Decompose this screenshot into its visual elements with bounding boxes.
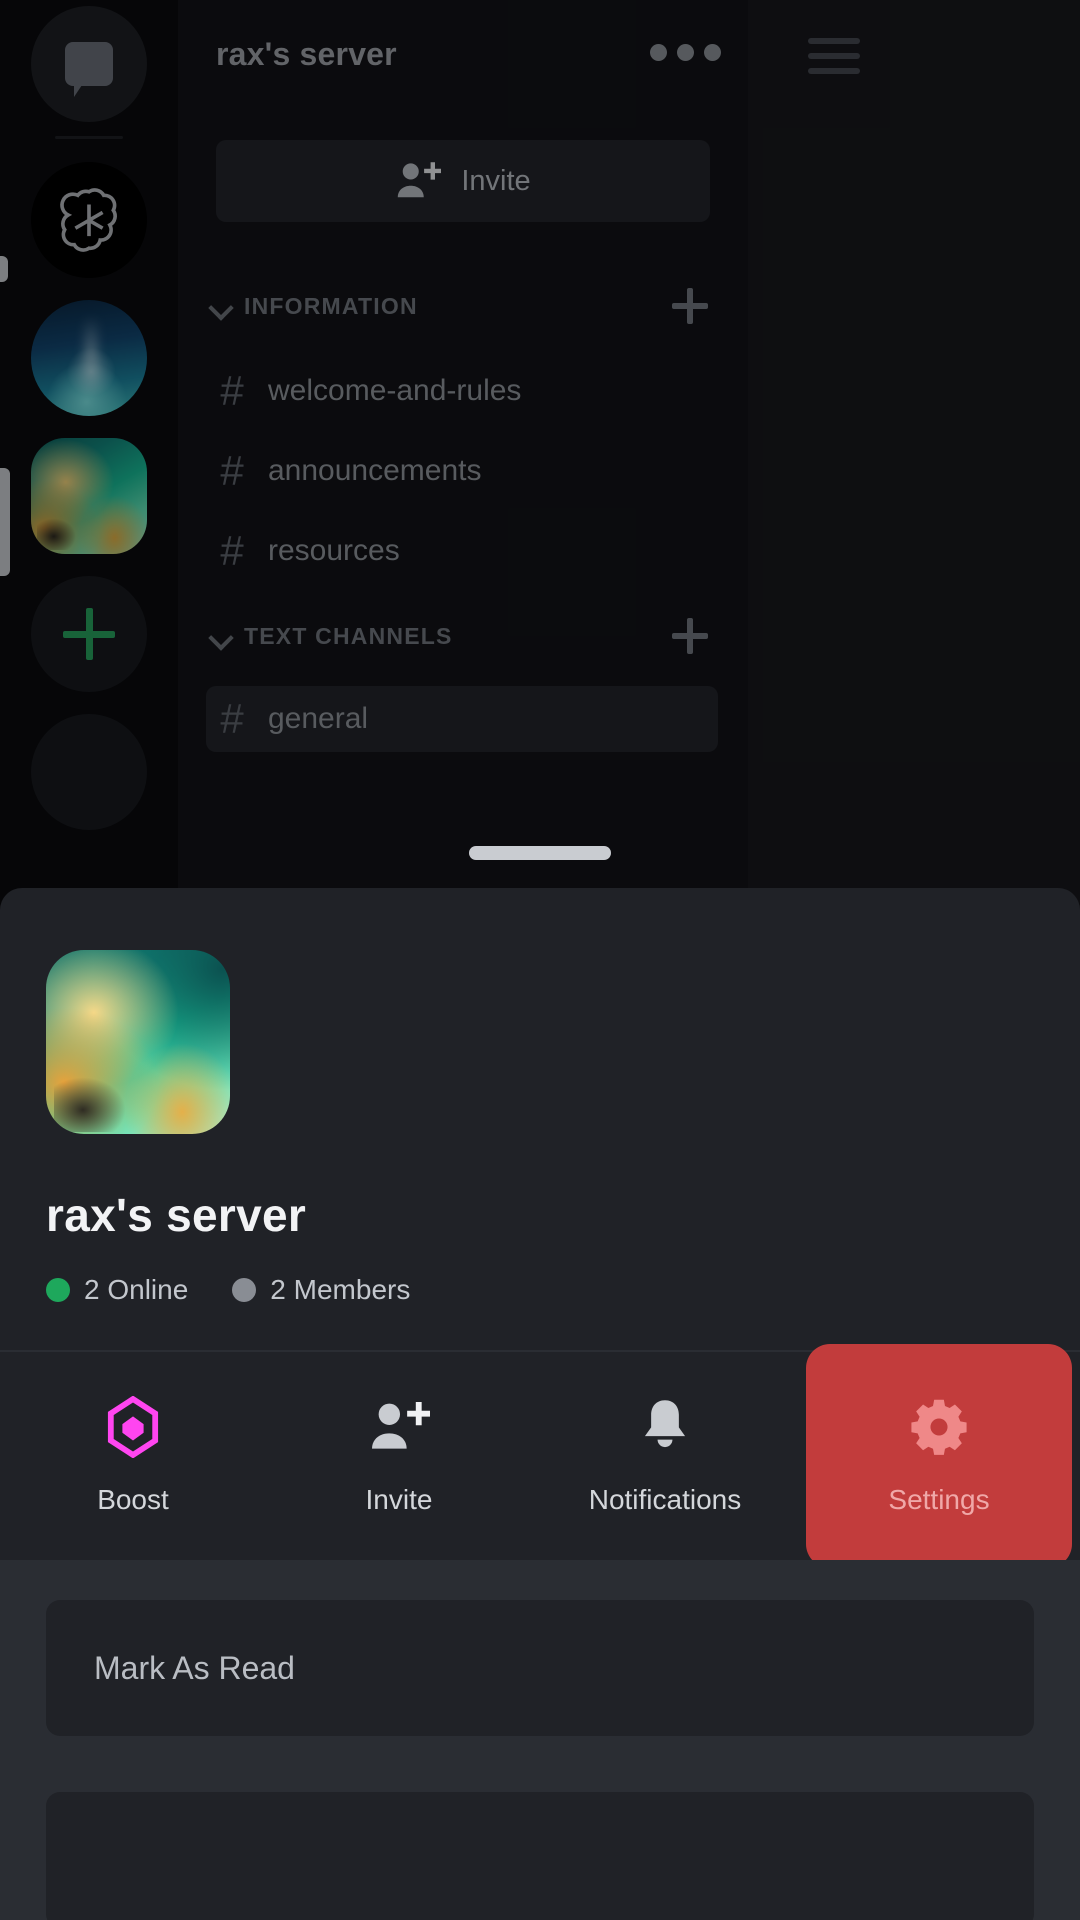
member-stats: 2 Online 2 Members: [46, 1274, 410, 1306]
notifications-button-label: Notifications: [588, 1484, 742, 1515]
settings-button-label: Settings: [888, 1484, 990, 1515]
server-name: rax's server: [46, 1189, 307, 1241]
online-count-label: 2 Online: [84, 1274, 189, 1305]
list-item-label: Mark As Read: [94, 1649, 295, 1686]
boost-button[interactable]: Boost: [0, 1352, 266, 1560]
boost-button-label: Boost: [97, 1484, 169, 1515]
list-item[interactable]: [46, 1792, 1034, 1920]
status-badge-members: 2 Members: [232, 1274, 410, 1306]
server-avatar: [46, 950, 230, 1134]
sheet-list-zone: Mark As Read: [0, 1560, 1080, 1920]
person-add-icon: [368, 1396, 430, 1458]
boost-gem-icon: [106, 1396, 160, 1458]
gear-icon: [909, 1396, 969, 1458]
invite-action-button[interactable]: Invite: [266, 1352, 532, 1560]
invite-action-label: Invite: [365, 1484, 433, 1515]
action-button-row: Boost Invite Notifications Settings: [0, 1344, 1080, 1568]
settings-button[interactable]: Settings: [806, 1344, 1072, 1568]
sheet-drag-handle[interactable]: [469, 846, 611, 860]
member-count-label: 2 Members: [270, 1274, 411, 1305]
status-badge-online: 2 Online: [46, 1274, 188, 1306]
list-item-mark-as-read[interactable]: Mark As Read: [46, 1600, 1034, 1736]
server-actions-sheet: rax's server 2 Online 2 Members Boost In…: [0, 846, 1080, 1920]
notifications-button[interactable]: Notifications: [532, 1352, 798, 1560]
online-dot-icon: [46, 1278, 70, 1302]
bell-icon: [638, 1396, 692, 1458]
members-dot-icon: [232, 1278, 257, 1302]
